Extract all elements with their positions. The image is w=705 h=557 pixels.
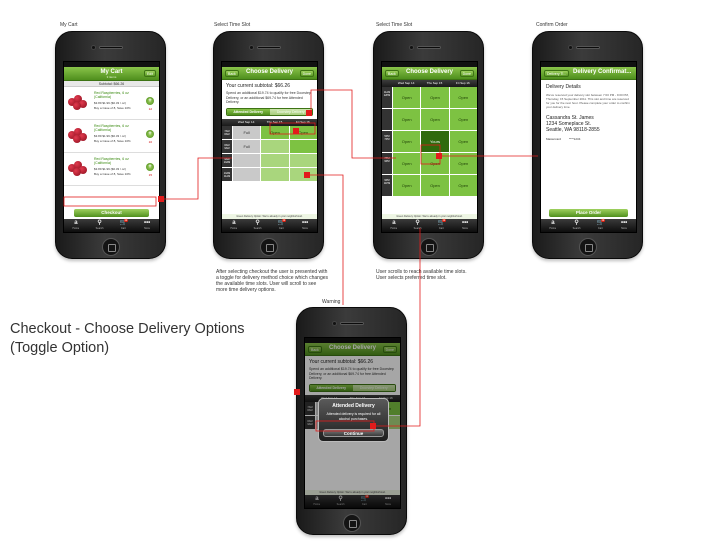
link-delivery-to-slots [310, 89, 396, 159]
highlight-doorstep-toggle [269, 122, 316, 135]
marker-dot [306, 110, 312, 116]
highlight-checkout [63, 196, 157, 207]
link-continue-back [374, 228, 421, 427]
marker-dot [294, 389, 300, 395]
highlight-continue [315, 420, 375, 432]
link-toggle-to-warning [308, 174, 344, 305]
marker-dot [304, 172, 310, 178]
marker-dot [436, 153, 442, 159]
marker-dot [370, 423, 376, 429]
flow-annotations [63, 89, 538, 432]
marker-dot [293, 128, 299, 134]
link-checkout-to-delivery [163, 157, 232, 200]
marker-dot [158, 196, 164, 202]
